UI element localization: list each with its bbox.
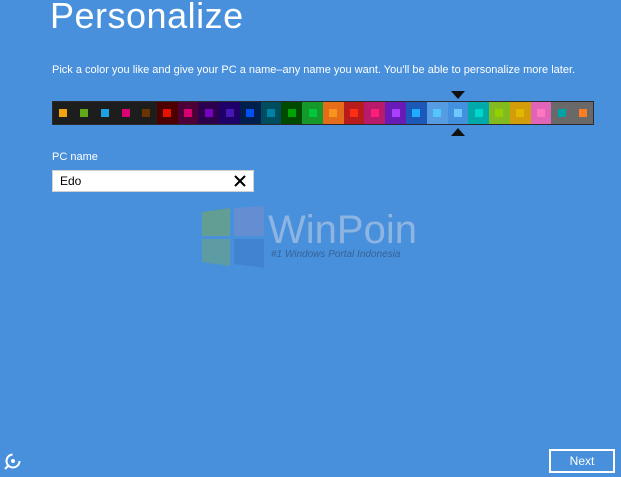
color-swatch-chip	[495, 109, 504, 117]
color-swatch-chip	[308, 109, 317, 117]
color-swatch-chip	[433, 109, 442, 117]
winpoin-watermark: WinPoin #1 Windows Portal Indonesia	[200, 206, 430, 272]
color-swatch-chip	[391, 109, 400, 117]
color-swatch-chip	[474, 109, 483, 117]
color-swatch[interactable]	[489, 102, 510, 124]
next-button[interactable]: Next	[549, 449, 615, 473]
windows-logo-icon	[202, 206, 264, 268]
selected-color-marker-bottom	[451, 128, 465, 136]
color-swatch-chip	[80, 109, 89, 117]
ease-of-access-icon	[4, 453, 21, 470]
color-swatch[interactable]	[302, 102, 323, 124]
color-swatch[interactable]	[447, 102, 469, 124]
color-swatch[interactable]	[177, 102, 199, 124]
pc-name-input[interactable]	[53, 171, 236, 191]
color-swatch-chip	[536, 109, 545, 117]
watermark-tagline: #1 Windows Portal Indonesia	[271, 249, 401, 260]
color-swatch[interactable]	[385, 102, 407, 124]
color-swatch[interactable]	[219, 102, 240, 124]
color-swatch[interactable]	[239, 102, 261, 124]
color-swatch[interactable]	[406, 102, 427, 124]
color-swatch[interactable]	[364, 102, 386, 124]
color-swatch-chip	[163, 109, 172, 117]
color-swatch-chip	[142, 109, 151, 117]
color-swatch-chip	[246, 109, 255, 117]
color-swatch-chip	[412, 109, 421, 117]
color-swatch-chip	[350, 109, 359, 117]
page-subtitle: Pick a color you like and give your PC a…	[52, 64, 576, 76]
color-swatch-chip	[100, 109, 109, 117]
color-swatch[interactable]	[94, 102, 116, 124]
color-swatch-chip	[59, 109, 68, 117]
color-swatch[interactable]	[551, 102, 573, 124]
color-swatch[interactable]	[260, 102, 282, 124]
color-swatch-chip	[578, 109, 587, 117]
page-title: Personalize	[50, 0, 244, 36]
color-swatch-chip	[225, 109, 234, 117]
color-swatch[interactable]	[53, 102, 74, 124]
color-swatch-chip	[370, 109, 379, 117]
color-swatch[interactable]	[509, 102, 531, 124]
color-swatch[interactable]	[156, 102, 178, 124]
pc-name-field	[52, 170, 254, 192]
color-swatch[interactable]	[198, 102, 220, 124]
color-swatch-chip	[516, 109, 525, 117]
color-swatch-chip	[453, 109, 462, 117]
color-swatch-chip	[329, 109, 338, 117]
color-swatch[interactable]	[343, 102, 365, 124]
personalize-page: Personalize Pick a color you like and gi…	[0, 0, 621, 477]
color-swatch[interactable]	[322, 102, 344, 124]
color-swatch-chip	[204, 109, 213, 117]
color-swatch[interactable]	[281, 102, 303, 124]
color-swatch[interactable]	[73, 102, 95, 124]
color-swatch[interactable]	[426, 102, 448, 124]
color-swatch-chip	[267, 109, 276, 117]
color-swatch[interactable]	[530, 102, 552, 124]
color-swatch[interactable]	[115, 102, 137, 124]
selected-color-marker-top	[451, 91, 465, 99]
color-swatch-chip	[121, 109, 130, 117]
pc-name-label: PC name	[52, 151, 98, 163]
color-swatch-chip	[183, 109, 192, 117]
color-swatch[interactable]	[468, 102, 490, 124]
color-swatch-chip	[287, 109, 296, 117]
color-swatch-chip	[557, 109, 566, 117]
color-palette	[52, 101, 594, 125]
color-swatch[interactable]	[136, 102, 157, 124]
ease-of-access-button[interactable]	[3, 451, 23, 471]
color-swatch[interactable]	[572, 102, 593, 124]
clear-name-button[interactable]	[231, 172, 249, 190]
watermark-name: WinPoin	[268, 208, 417, 252]
close-icon	[234, 175, 246, 187]
